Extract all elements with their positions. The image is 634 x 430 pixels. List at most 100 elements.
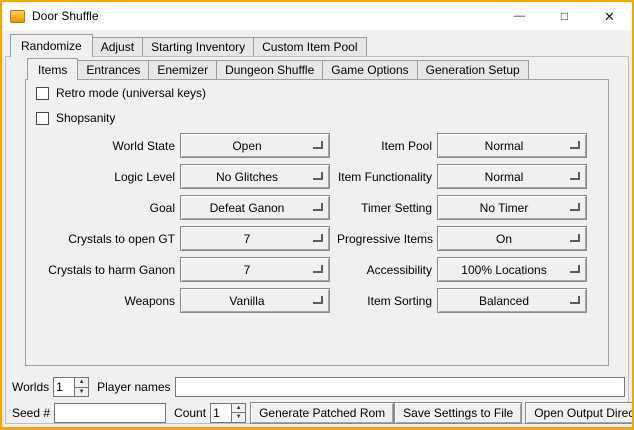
dropdown-indicator-icon bbox=[570, 141, 580, 149]
dropdown-indicator-icon bbox=[313, 265, 323, 273]
spin-arrows: ▲ ▼ bbox=[74, 378, 88, 396]
goal-value: Defeat Ganon bbox=[210, 201, 285, 215]
tab-game-options[interactable]: Game Options bbox=[322, 60, 417, 79]
dropdown-indicator-icon bbox=[313, 203, 323, 211]
crystals-harm-ganon-value: 7 bbox=[244, 263, 251, 277]
door-shuffle-window: Door Shuffle — □ ✕ Randomize Adjust Star… bbox=[0, 0, 634, 430]
weapons-dropdown[interactable]: Vanilla bbox=[180, 288, 330, 313]
checkbox-unchecked-icon bbox=[36, 112, 49, 125]
weapons-value: Vanilla bbox=[229, 294, 264, 308]
dropdown-indicator-icon bbox=[570, 296, 580, 304]
tab-custom-item-pool[interactable]: Custom Item Pool bbox=[253, 37, 366, 56]
spin-down-button[interactable]: ▼ bbox=[232, 412, 245, 422]
worlds-row: Worlds ▲ ▼ Player names bbox=[12, 376, 625, 398]
timer-setting-value: No Timer bbox=[480, 201, 529, 215]
progressive-items-label: Progressive Items bbox=[337, 232, 432, 246]
worlds-input[interactable] bbox=[54, 378, 74, 396]
tab-randomize[interactable]: Randomize bbox=[10, 34, 93, 57]
option-row: Item Functionality Normal bbox=[337, 161, 587, 192]
tab-entrances[interactable]: Entrances bbox=[77, 60, 149, 79]
maximize-button[interactable]: □ bbox=[542, 2, 587, 30]
close-button[interactable]: ✕ bbox=[587, 2, 632, 30]
spin-up-icon: ▲ bbox=[236, 405, 242, 411]
item-sorting-dropdown[interactable]: Balanced bbox=[437, 288, 587, 313]
crystals-harm-ganon-dropdown[interactable]: 7 bbox=[180, 257, 330, 282]
count-spinbox: ▲ ▼ bbox=[210, 403, 246, 423]
minimize-button[interactable]: — bbox=[497, 2, 542, 30]
world-state-dropdown[interactable]: Open bbox=[180, 133, 330, 158]
app-icon bbox=[10, 10, 25, 23]
seed-label: Seed # bbox=[12, 406, 50, 420]
progressive-items-dropdown[interactable]: On bbox=[437, 226, 587, 251]
worlds-label: Worlds bbox=[12, 380, 49, 394]
tab-adjust[interactable]: Adjust bbox=[92, 37, 143, 56]
maximize-icon: □ bbox=[561, 10, 568, 22]
timer-setting-dropdown[interactable]: No Timer bbox=[437, 195, 587, 220]
options-column-right: Item Pool Normal Item Functionality Norm… bbox=[337, 130, 587, 316]
dropdown-indicator-icon bbox=[570, 265, 580, 273]
option-row: Crystals to harm Ganon 7 bbox=[30, 254, 330, 285]
open-output-directory-button[interactable]: Open Output Directory bbox=[525, 402, 634, 424]
item-pool-value: Normal bbox=[485, 139, 524, 153]
option-row: Crystals to open GT 7 bbox=[30, 223, 330, 254]
player-names-label: Player names bbox=[97, 380, 170, 394]
dropdown-indicator-icon bbox=[313, 234, 323, 242]
dropdown-indicator-icon bbox=[313, 172, 323, 180]
progressive-items-value: On bbox=[496, 232, 512, 246]
spin-down-button[interactable]: ▼ bbox=[75, 387, 88, 397]
tab-generation-setup[interactable]: Generation Setup bbox=[417, 60, 529, 79]
checkbox-unchecked-icon bbox=[36, 87, 49, 100]
worlds-spinbox: ▲ ▼ bbox=[53, 377, 89, 397]
option-row: Logic Level No Glitches bbox=[30, 161, 330, 192]
item-pool-dropdown[interactable]: Normal bbox=[437, 133, 587, 158]
tab-enemizer[interactable]: Enemizer bbox=[148, 60, 217, 79]
option-row: Progressive Items On bbox=[337, 223, 587, 254]
option-row: Item Pool Normal bbox=[337, 130, 587, 161]
spin-up-button[interactable]: ▲ bbox=[232, 404, 245, 413]
tab-items[interactable]: Items bbox=[27, 58, 78, 80]
item-functionality-dropdown[interactable]: Normal bbox=[437, 164, 587, 189]
goal-dropdown[interactable]: Defeat Ganon bbox=[180, 195, 330, 220]
logic-level-value: No Glitches bbox=[216, 170, 278, 184]
crystals-harm-ganon-label: Crystals to harm Ganon bbox=[30, 263, 175, 277]
dropdown-indicator-icon bbox=[570, 203, 580, 211]
generate-row: Seed # Count ▲ ▼ Generate Patched Rom Sa… bbox=[12, 401, 625, 424]
item-sorting-value: Balanced bbox=[479, 294, 529, 308]
shopsanity-checkbox[interactable]: Shopsanity bbox=[36, 110, 115, 126]
world-state-value: Open bbox=[232, 139, 261, 153]
player-names-input[interactable] bbox=[175, 377, 626, 397]
count-input[interactable] bbox=[211, 404, 231, 422]
spin-arrows: ▲ ▼ bbox=[231, 404, 245, 422]
weapons-label: Weapons bbox=[30, 294, 175, 308]
dropdown-indicator-icon bbox=[570, 234, 580, 242]
option-row: Weapons Vanilla bbox=[30, 285, 330, 316]
timer-setting-label: Timer Setting bbox=[337, 201, 432, 215]
accessibility-dropdown[interactable]: 100% Locations bbox=[437, 257, 587, 282]
sub-tab-bar: Items Entrances Enemizer Dungeon Shuffle… bbox=[27, 57, 529, 79]
option-row: Goal Defeat Ganon bbox=[30, 192, 330, 223]
crystals-open-gt-dropdown[interactable]: 7 bbox=[180, 226, 330, 251]
accessibility-label: Accessibility bbox=[337, 263, 432, 277]
seed-input[interactable] bbox=[54, 403, 166, 423]
goal-label: Goal bbox=[30, 201, 175, 215]
option-row: Item Sorting Balanced bbox=[337, 285, 587, 316]
item-pool-label: Item Pool bbox=[337, 139, 432, 153]
item-functionality-label: Item Functionality bbox=[337, 170, 432, 184]
logic-level-dropdown[interactable]: No Glitches bbox=[180, 164, 330, 189]
window-title: Door Shuffle bbox=[32, 9, 99, 23]
close-icon: ✕ bbox=[604, 10, 615, 23]
retro-mode-checkbox[interactable]: Retro mode (universal keys) bbox=[36, 85, 206, 101]
dropdown-indicator-icon bbox=[570, 172, 580, 180]
spin-up-button[interactable]: ▲ bbox=[75, 378, 88, 387]
accessibility-value: 100% Locations bbox=[461, 263, 546, 277]
option-row: Timer Setting No Timer bbox=[337, 192, 587, 223]
tab-starting-inventory[interactable]: Starting Inventory bbox=[142, 37, 254, 56]
crystals-open-gt-value: 7 bbox=[244, 232, 251, 246]
retro-mode-label: Retro mode (universal keys) bbox=[56, 86, 206, 100]
titlebar: Door Shuffle — □ ✕ bbox=[2, 2, 632, 30]
window-controls: — □ ✕ bbox=[497, 2, 632, 30]
spin-up-icon: ▲ bbox=[79, 379, 85, 385]
save-settings-button[interactable]: Save Settings to File bbox=[394, 402, 522, 424]
tab-dungeon-shuffle[interactable]: Dungeon Shuffle bbox=[216, 60, 323, 79]
generate-patched-rom-button[interactable]: Generate Patched Rom bbox=[250, 402, 394, 424]
